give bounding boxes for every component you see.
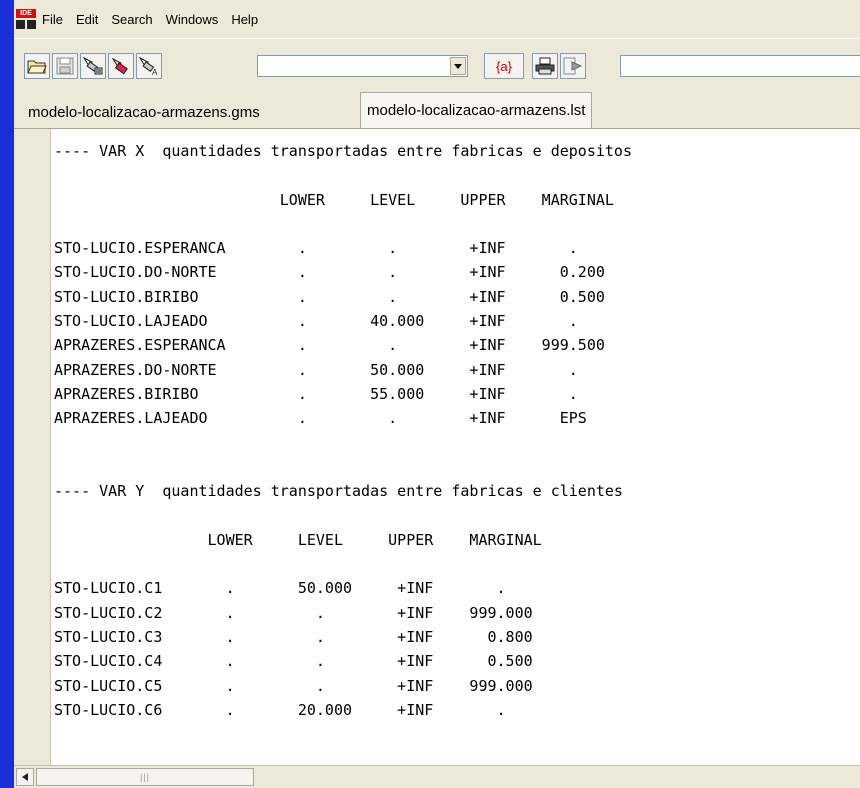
flashlight-icon: A <box>138 56 158 76</box>
scrollbar-grip: ||| <box>139 772 150 782</box>
listing-line <box>54 163 632 187</box>
run-button[interactable] <box>560 53 586 79</box>
editor-gutter <box>14 129 51 765</box>
listing-line: APRAZERES.LAJEADO . . +INF EPS <box>54 409 587 428</box>
tab-gms-file[interactable]: modelo-localizacao-armazens.gms <box>22 96 266 128</box>
search-button[interactable] <box>108 53 134 79</box>
flashlight-icon <box>82 56 103 75</box>
menu-help[interactable]: Help <box>231 12 258 27</box>
save-file-button[interactable] <box>52 53 78 79</box>
listing-line: STO-LUCIO.C1 . 50.000 +INF . <box>54 579 506 598</box>
print-icon <box>535 57 555 75</box>
app-icon-label: IDE <box>16 9 36 18</box>
search-files-button[interactable] <box>80 53 106 79</box>
menu-windows[interactable]: Windows <box>166 12 219 27</box>
command-field[interactable] <box>620 55 860 77</box>
combo-dropdown-button[interactable] <box>450 57 466 75</box>
gams-ide-icon[interactable]: IDE <box>16 9 36 29</box>
listing-line: STO-LUCIO.ESPERANCA . . +INF . <box>54 239 578 258</box>
listing-line: STO-LUCIO.BIRIBO . . +INF 0.500 <box>54 287 605 306</box>
flashlight-icon <box>111 57 128 75</box>
listing-line: STO-LUCIO.C5 . . +INF 999.000 <box>54 676 533 695</box>
dropdown-icon <box>454 63 462 69</box>
search-replace-button[interactable]: A <box>136 53 162 79</box>
listing-line <box>54 455 632 479</box>
scrollbar-thumb[interactable]: ||| <box>36 768 254 786</box>
listing-editor[interactable]: ---- VAR X quantidades transportadas ent… <box>14 129 860 765</box>
listing-line: LOWER LEVEL UPPER MARGINAL <box>54 190 614 209</box>
listing-line: ---- VAR Y quantidades transportadas ent… <box>54 482 623 501</box>
document-tabs: modelo-localizacao-armazens.gms modelo-l… <box>14 88 860 129</box>
menu-edit[interactable]: Edit <box>76 12 98 27</box>
listing-line: STO-LUCIO.LAJEADO . 40.000 +INF . <box>54 312 578 331</box>
listing-line: STO-LUCIO.C6 . 20.000 +INF . <box>54 700 506 719</box>
listing-line: STO-LUCIO.DO-NORTE . . +INF 0.200 <box>54 263 605 282</box>
listing-line <box>54 431 632 455</box>
listing-line: STO-LUCIO.C2 . . +INF 999.000 <box>54 603 533 622</box>
listing-line: STO-LUCIO.C3 . . +INF 0.800 <box>54 627 533 646</box>
open-icon <box>27 60 47 74</box>
menu-file[interactable]: File <box>42 12 63 27</box>
listing-line <box>54 212 632 236</box>
model-library-button[interactable]: {a} <box>484 53 524 79</box>
save-icon <box>56 57 74 75</box>
toolbar: A {a} <box>14 38 860 89</box>
scroll-left-button[interactable] <box>16 768 34 786</box>
listing-line <box>54 552 632 576</box>
listing-line: APRAZERES.DO-NORTE . 50.000 +INF . <box>54 360 578 379</box>
menu-search[interactable]: Search <box>111 12 152 27</box>
model-combo[interactable] <box>257 55 468 77</box>
listing-line: LOWER LEVEL UPPER MARGINAL <box>54 530 542 549</box>
listing-text: ---- VAR X quantidades transportadas ent… <box>54 139 632 722</box>
tab-lst-file[interactable]: modelo-localizacao-armazens.lst <box>360 92 593 128</box>
ide-window: IDE File Edit Search Windows Help A {a} … <box>14 0 860 788</box>
svg-text:A: A <box>152 68 158 76</box>
menu-bar: IDE File Edit Search Windows Help <box>14 0 860 38</box>
listing-line: ---- VAR X quantidades transportadas ent… <box>54 142 632 160</box>
print-button[interactable] <box>532 53 558 79</box>
horizontal-scrollbar[interactable]: ||| <box>14 765 860 788</box>
listing-line: APRAZERES.BIRIBO . 55.000 +INF . <box>54 384 578 403</box>
listing-line: APRAZERES.ESPERANCA . . +INF 999.500 <box>54 336 605 355</box>
model-library-icon: {a} <box>496 58 512 74</box>
open-file-button[interactable] <box>24 53 50 79</box>
scroll-left-icon <box>22 773 28 781</box>
run-icon <box>563 57 583 75</box>
listing-line: STO-LUCIO.C4 . . +INF 0.500 <box>54 652 533 671</box>
listing-line <box>54 503 632 527</box>
